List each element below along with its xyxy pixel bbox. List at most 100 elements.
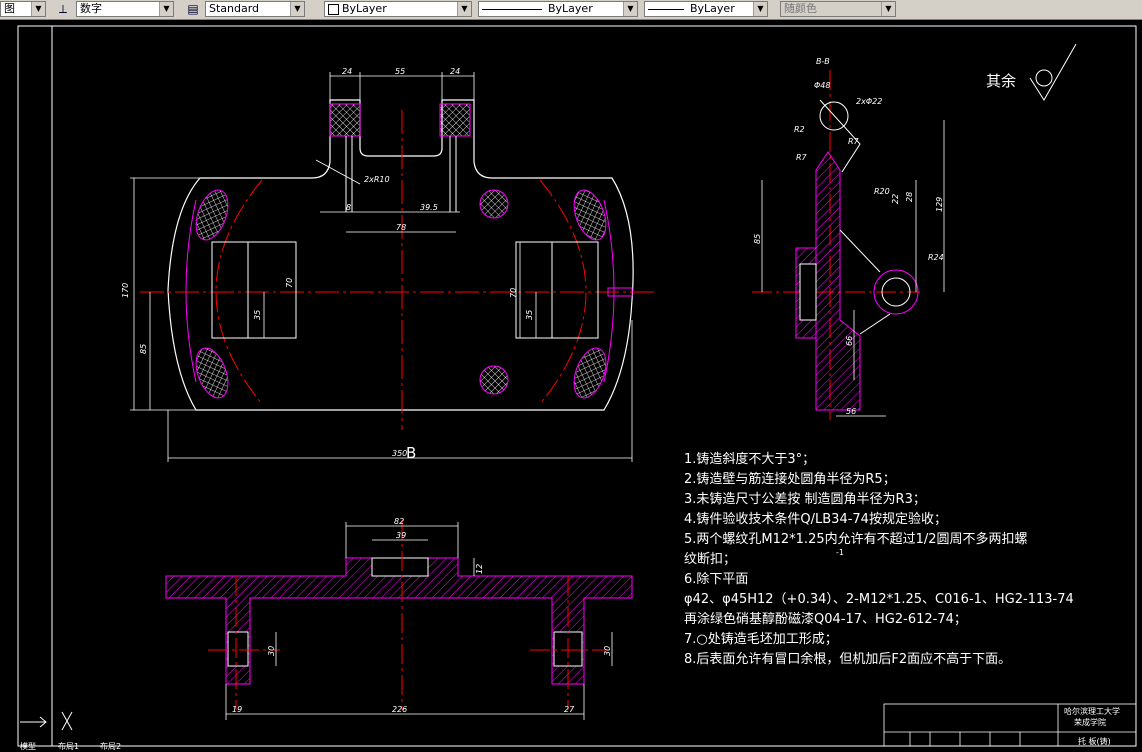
plotstyle-dropdown[interactable]: 随颜色 ▼ [780,1,896,17]
chevron-down-icon[interactable]: ▼ [623,2,637,16]
dim-text: 39.5 [420,203,438,212]
top-view-dimensions [130,72,633,462]
dim-text: Φ48 [814,81,830,90]
layout-tabs: 模型 布局1 布局2 [0,741,300,752]
textstyle-dropdown[interactable]: Standard ▼ [205,1,305,17]
tab-layout1[interactable]: 布局1 [58,741,79,752]
note-line: 3.未铸造尺寸公差按 制造圆角半径为R3； [684,492,926,507]
dim-text: 8 [346,203,351,212]
dim-text: 350 [392,449,407,458]
color-swatch-icon [328,3,339,15]
dim-text: B-B [816,57,830,66]
linetype-value: ByLayer [548,2,593,15]
dim-text: R7 [796,153,808,162]
note-line: 2.铸造壁与筋连接处圆角半径为R5； [684,472,896,487]
section-recess [371,557,429,577]
dim-text: 66 [845,336,854,346]
plate-outline [167,99,634,411]
dim-text: R20 [874,187,890,196]
dim-text: 170 [121,283,130,298]
view-label: B [406,444,417,462]
partial-dropdown[interactable]: 图 ▼ [0,1,46,17]
note-line: 4.铸件验收技术条件Q/LB34-74按规定验收； [684,512,947,527]
linetype-dropdown[interactable]: ByLayer ▼ [478,1,638,17]
note-line: 6.除下平面 [684,572,749,587]
note-line: φ42、φ45H12（+0.34）、2-M12*1.25、C016-1、HG2-… [684,592,1074,607]
title-school: 哈尔滨理工大学 [1064,707,1120,716]
chevron-down-icon[interactable]: ▼ [457,2,471,16]
chevron-down-icon[interactable]: ▼ [881,2,895,16]
textstyle-icon[interactable]: ▤ [184,1,202,17]
section-hole-left [227,631,249,667]
lug-right [439,103,471,137]
note-line: 7.○处铸造毛坯加工形成； [684,632,838,647]
note-superscript: -1 [836,548,844,557]
dim-text: 24 [450,67,460,76]
note-line: 8.后表面允许有冒口余根，但机加后F2面应不高于下面。 [684,652,1012,667]
dim-text: 30 [603,646,612,656]
dim-text: 55 [395,67,405,76]
dim-text: 85 [753,234,762,244]
tab-model[interactable]: 模型 [20,741,36,752]
chevron-down-icon[interactable]: ▼ [159,2,173,16]
side-web [815,151,861,411]
note-line: 再涂绿色硝基醇酚磁漆Q04-17、HG2-612-74； [684,612,967,627]
dim-text: R2 [794,125,805,134]
left-pocket [211,241,297,339]
lineweight-value: ByLayer [690,2,735,15]
technical-notes: 1.铸造斜度不大于3°； 2.铸造壁与筋连接处圆角半径为R5； 3.未铸造尺寸公… [684,450,1104,670]
dim-text: 78 [396,223,406,232]
dim-text: 19 [232,705,242,714]
linetype-sample [482,8,542,10]
dimstyle-dropdown[interactable]: 数字 ▼ [76,1,174,17]
lug-left [329,103,361,137]
dim-text: 85 [139,344,148,354]
note-line: 5.两个螺纹孔M12*1.25内允许有不超过1/2圆周不多两扣螺 [684,532,1028,547]
dim-text: 35 [525,310,534,320]
properties-toolbar: 图 ▼ ⟂ 数字 ▼ ▤ Standard ▼ ByLayer ▼ ByLaye… [0,0,1142,20]
round-hole [479,365,509,395]
lineweight-sample [648,8,684,10]
dim-text: 24 [342,67,352,76]
left-arc [185,199,197,383]
tab-layout2[interactable]: 布局2 [100,741,121,752]
dim-text: 27 [564,705,575,714]
textstyle-value: Standard [209,2,260,15]
lineweight-dropdown[interactable]: ByLayer ▼ [644,1,768,17]
side-bore [799,263,817,321]
roughness-note: 其余 [986,72,1017,90]
dim-text: 70 [509,288,518,298]
dimstyle-value: 数字 [80,2,102,15]
dim-text: 39 [396,531,406,540]
chevron-down-icon[interactable]: ▼ [290,2,304,16]
color-dropdown[interactable]: ByLayer ▼ [324,1,472,17]
dim-text: R24 [928,253,944,262]
dim-text: 35 [253,310,262,320]
chevron-down-icon[interactable]: ▼ [753,2,767,16]
slot-hole [195,347,229,399]
round-hole [479,189,509,219]
dim-text: 28 [905,192,914,202]
dim-text: 22 [891,194,900,204]
title-part-name: 托 板(铸) [1078,737,1111,746]
title-college: 荣成学院 [1074,718,1106,727]
dim-text: 56 [846,407,856,416]
top-view-dim-text: 24 55 24 2xR10 8 39.5 78 170 85 70 35 70… [121,67,534,458]
partial-dropdown-value: 图 [4,2,15,15]
note-line: 1.铸造斜度不大于3°； [684,452,816,467]
note-line: 纹断扣； [684,552,737,567]
right-pocket [515,241,599,339]
ucs-icon [20,711,73,731]
dim-text: 12 [475,564,484,574]
dim-text: 82 [394,517,404,526]
color-value: ByLayer [342,2,387,15]
section-view [165,520,633,710]
roughness-symbol-icon [1029,43,1077,101]
dim-text: 226 [392,705,407,714]
side-view [752,70,920,420]
dim-text: 129 [935,197,944,212]
dim-text: 2xR10 [364,175,390,184]
dim-text: 30 [267,646,276,656]
dimstyle-icon[interactable]: ⟂ [54,1,72,17]
chevron-down-icon[interactable]: ▼ [31,2,45,16]
